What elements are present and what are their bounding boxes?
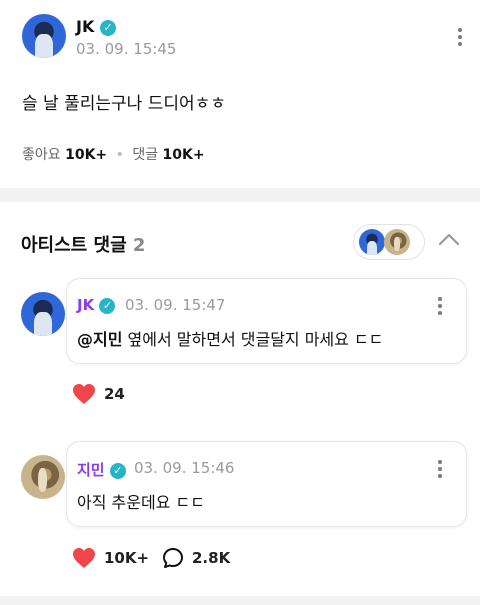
author-avatar[interactable] (22, 14, 66, 58)
heart-icon (73, 384, 95, 404)
comment-timestamp: 03. 09. 15:47 (125, 296, 226, 314)
comment-author-label: 지민 (77, 461, 105, 479)
comment-avatar-jimin[interactable] (21, 455, 65, 499)
more-options-icon[interactable] (457, 28, 463, 46)
artist-comments-title: 아티스트 댓글 2 (21, 231, 145, 257)
likes-count: 10K+ (65, 147, 108, 163)
stats-separator: • (115, 147, 124, 163)
post-stats: 좋아요 10K+ • 댓글 10K+ (22, 144, 205, 164)
chevron-up-icon[interactable] (438, 232, 460, 246)
more-options-icon[interactable] (437, 297, 443, 315)
comment-reply-button[interactable]: 2.8K (162, 547, 230, 569)
comment-author[interactable]: 지민 ✓ (77, 459, 126, 480)
mention-link[interactable]: @지민 (77, 330, 122, 349)
comment-text-body: 옆에서 말하면서 댓글달지 마세요 ㄷㄷ (122, 330, 384, 349)
post-text: 슬 날 풀리는구나 드디어ㅎㅎ (22, 94, 226, 114)
comment-author[interactable]: JK ✓ (77, 296, 116, 314)
verified-icon: ✓ (109, 462, 126, 479)
post-timestamp: 03. 09. 15:45 (76, 40, 177, 58)
jimin-mini-avatar (384, 229, 410, 255)
author-name-label: JK (76, 17, 95, 36)
artist-comments-count: 2 (132, 235, 146, 256)
heart-icon (73, 548, 95, 568)
verified-icon: ✓ (99, 19, 116, 36)
author-name[interactable]: JK ✓ (76, 17, 116, 36)
comment-timestamp: 03. 09. 15:46 (134, 459, 235, 477)
artist-comments-title-label: 아티스트 댓글 (21, 235, 127, 256)
jk-mini-avatar (359, 229, 385, 255)
comment-bubble: 지민 ✓ 03. 09. 15:46 아직 추운데요 ㄷㄷ (66, 441, 467, 527)
likes-label[interactable]: 좋아요 (22, 147, 61, 163)
verified-icon: ✓ (99, 297, 116, 314)
reply-count: 2.8K (192, 549, 231, 567)
speech-bubble-icon (163, 548, 183, 568)
more-options-icon[interactable] (437, 460, 443, 478)
post-card: JK ✓ 03. 09. 15:45 슬 날 풀리는구나 드디어ㅎㅎ 좋아요 1… (0, 0, 480, 188)
comment-like-button[interactable]: 10K+ (72, 547, 149, 569)
section-divider (0, 596, 480, 605)
comments-label[interactable]: 댓글 (132, 147, 158, 163)
like-count: 10K+ (104, 549, 150, 567)
like-count: 24 (104, 385, 125, 403)
comment-author-label: JK (77, 296, 95, 314)
comment-avatar-jk[interactable] (21, 292, 65, 336)
comment-text: @지민 옆에서 말하면서 댓글달지 마세요 ㄷㄷ (77, 326, 383, 350)
comments-count: 10K+ (162, 147, 205, 163)
comment-text: 아직 추운데요 ㄷㄷ (77, 493, 205, 512)
comment-bubble: JK ✓ 03. 09. 15:47 @지민 옆에서 말하면서 댓글달지 마세요… (66, 278, 467, 364)
artist-avatars-group[interactable] (353, 224, 425, 260)
comment-like-button[interactable]: 24 (72, 383, 125, 405)
